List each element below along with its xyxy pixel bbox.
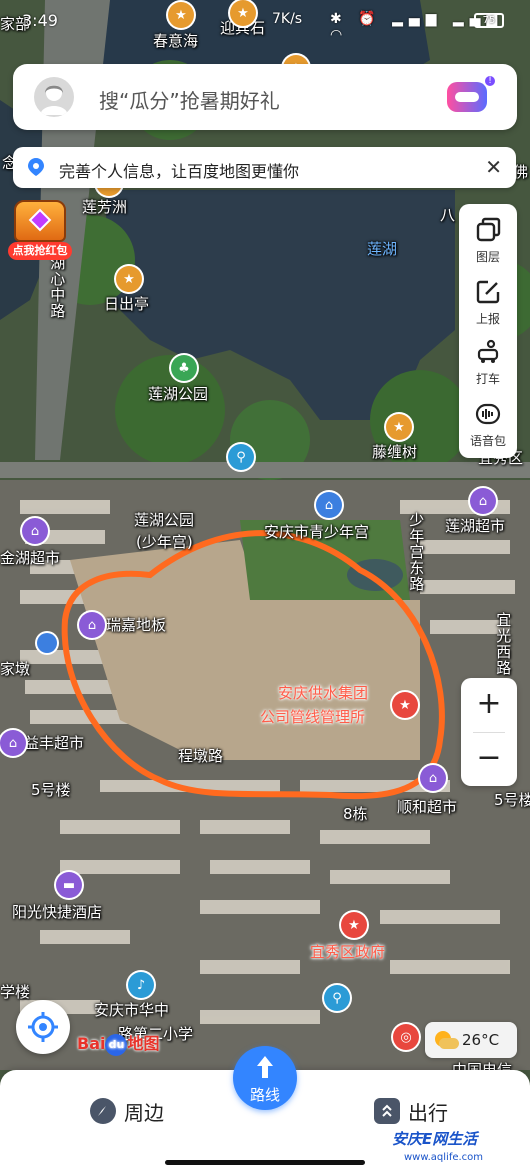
paw-icon: du [105,1033,128,1056]
status-time: 3:49 [22,11,58,30]
map-label: 程墩路 [178,747,224,765]
voice-wave-icon [475,403,501,425]
cloud-icon [439,1038,459,1049]
voice-assistant-icon[interactable]: ! [447,74,497,112]
tool-label: 打车 [475,372,500,386]
map-label: 莲芳洲 [82,198,128,216]
zoom-in-button[interactable]: + [461,678,517,732]
watermark: 安庆E网生活 [392,1130,478,1148]
notification-badge: ! [483,74,497,88]
logo-suffix: 地图 [127,1034,160,1053]
map-label: 莲湖 [367,240,398,258]
profile-banner[interactable]: 完善个人信息，让百度地图更懂你 ✕ [13,147,516,188]
map-label: 5号楼 [31,781,71,799]
route-button[interactable]: 路线 [233,1046,297,1134]
bus-stop-icon[interactable] [37,633,57,653]
status-bar: 3:49 7K/s ✱ ⏰ ▂▄▆ ▂▄▆ ◠ 75 [0,8,530,43]
culture-poi-icon[interactable]: ⌂ [316,492,342,518]
shop-poi-icon[interactable]: ⌂ [79,612,105,638]
map-label: 宜光西路 [494,612,513,676]
toilet-poi-icon[interactable]: ⚲ [228,444,254,470]
shop-poi-icon[interactable]: ⌂ [22,518,48,544]
watermark-url: www.aqlife.com [404,1152,484,1163]
baidu-map-logo: Bai du 地图 [77,1030,160,1056]
logo-text: Bai [77,1034,106,1053]
avatar[interactable] [34,77,74,117]
map-label: (少年宫) [136,533,193,551]
toilet-poi-icon[interactable]: ⚲ [324,985,350,1011]
hotel-poi-icon[interactable]: ▬ [56,872,82,898]
map-label: 家墩 [0,660,31,678]
map-label: 顺和超市 [397,798,458,816]
location-pin-icon [28,158,44,176]
map-label: 安庆供水集团 [278,684,369,702]
battery-icon: 75 [474,13,504,28]
government-poi-icon[interactable]: ★ [341,912,367,938]
map-label: 宜秀区政府 [310,943,386,961]
tool-voice-pack[interactable]: 语音包 [459,394,517,454]
map-label: 日出亭 [104,295,150,313]
tool-label: 语音包 [469,434,506,448]
map-label: 莲湖公园 [134,511,195,529]
tool-layers[interactable]: 图层 [459,210,517,270]
temperature: 26°C [462,1031,500,1049]
travel-icon [374,1098,400,1124]
travel-button[interactable]: 出行 [374,1096,448,1126]
map-label: 藤缠树 [372,443,418,461]
map-label: 瑞嘉地板 [106,616,167,634]
compass-icon [90,1098,116,1124]
shop-poi-icon[interactable]: ⌂ [470,488,496,514]
landmark-poi-icon[interactable]: ★ [116,266,142,292]
tool-label: 上报 [475,312,500,326]
weather-widget[interactable]: 26°C [425,1022,517,1058]
map-label: 八 [440,206,456,224]
shop-poi-icon[interactable]: ⌂ [420,765,446,791]
banner-text: 完善个人信息，让百度地图更懂你 [59,162,300,181]
tool-report[interactable]: 上报 [459,272,517,332]
close-icon[interactable]: ✕ [485,155,502,179]
route-label: 路线 [249,1086,280,1104]
map-label: 益丰超市 [24,734,85,752]
map-label: 春意海 [153,32,199,50]
map-label: 少年宫东路 [407,512,426,592]
landmark-poi-icon[interactable]: ★ [386,414,412,440]
nearby-label: 周边 [124,1100,164,1125]
locate-button[interactable] [16,1000,70,1054]
bank-poi-icon[interactable]: ◎ [393,1024,419,1050]
map-tools-panel: 图层 上报 打车 语音包 [459,204,517,458]
shop-poi-icon[interactable]: ⌂ [0,730,26,756]
travel-label: 出行 [408,1100,448,1125]
zoom-control: + − [461,678,517,786]
user-avatar-icon [40,85,68,115]
map-label: 公司管线管理所 [260,708,366,726]
government-poi-icon[interactable]: ★ [392,692,418,718]
map-label: 学楼 [0,983,31,1001]
map-label: 湖心中路 [48,255,67,319]
edit-icon [476,280,500,304]
map-label: 安庆市华中 [94,1001,170,1019]
tool-label: 图层 [475,250,500,264]
route-arrow-icon [257,1056,273,1078]
layers-icon [476,217,501,242]
zoom-out-button[interactable]: − [461,732,517,786]
red-packet-caption: 点我抢红包 [8,242,72,260]
crosshair-icon [28,1012,58,1042]
taxi-icon [477,339,499,363]
school-poi-icon[interactable]: ♪ [128,972,154,998]
map-label: 莲湖超市 [445,517,506,535]
nearby-button[interactable]: 周边 [90,1096,164,1126]
red-packet-button[interactable]: 点我抢红包 [8,200,72,262]
map-label: 安庆市青少年宫 [264,523,370,541]
map-label: 阳光快捷酒店 [12,903,103,921]
park-poi-icon[interactable]: ♣ [171,355,197,381]
map-label: 5号楼 [494,791,530,809]
network-speed: 7K/s [272,11,303,27]
map-label: 金湖超市 [0,549,61,567]
tool-taxi[interactable]: 打车 [459,332,517,392]
search-input[interactable]: 搜“瓜分”抢暑期好礼 [99,85,280,114]
map-label: 莲湖公园 [148,385,209,403]
home-indicator[interactable] [165,1160,365,1165]
search-bar[interactable]: 搜“瓜分”抢暑期好礼 ! [13,64,517,130]
map-label: 8栋 [343,805,368,823]
